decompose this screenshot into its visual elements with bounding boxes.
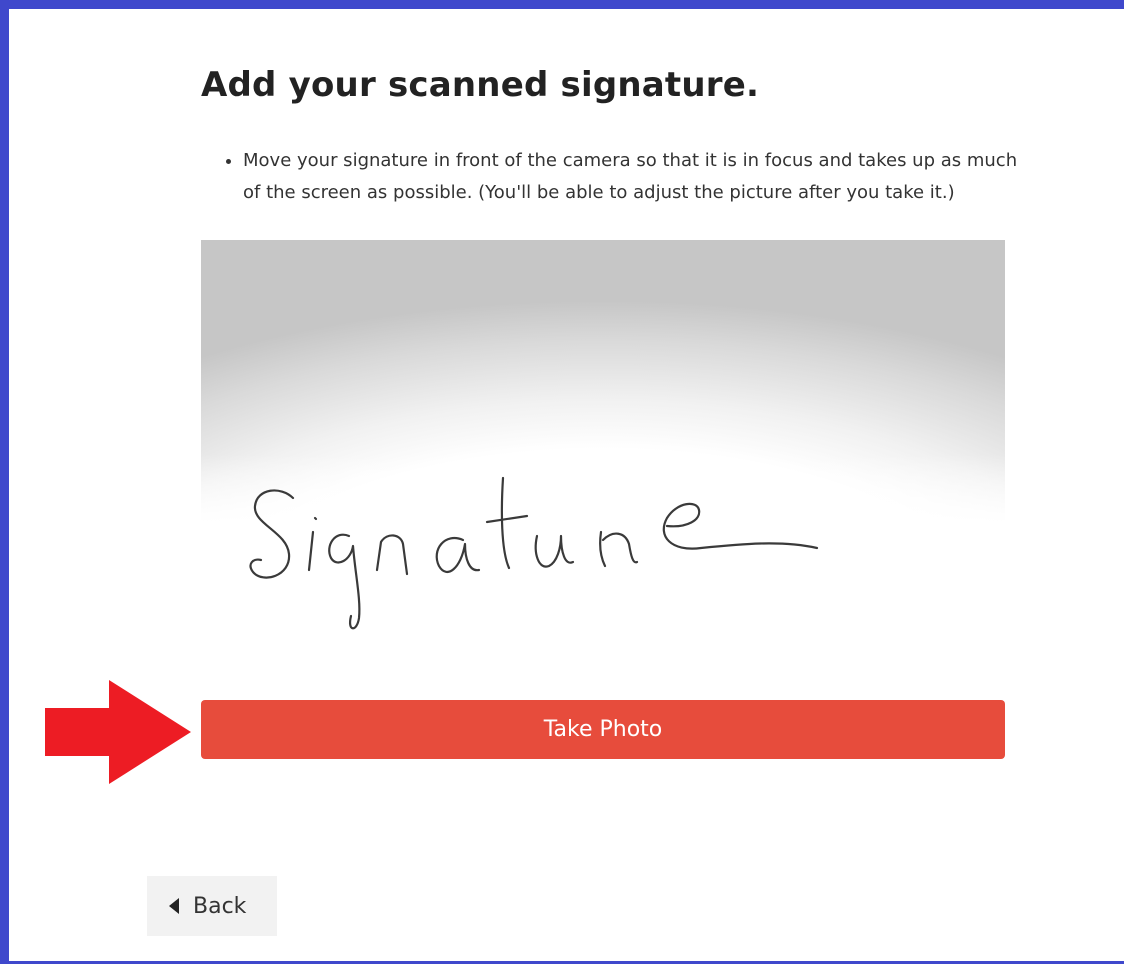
arrow-right-icon (45, 680, 191, 784)
back-button[interactable]: Back (147, 876, 277, 936)
triangle-left-icon (169, 898, 179, 914)
instruction-list: Move your signature in front of the came… (221, 145, 1033, 209)
window-frame: Add your scanned signature. Move your si… (0, 0, 1124, 964)
back-button-label: Back (193, 893, 247, 919)
take-photo-button[interactable]: Take Photo (201, 700, 1005, 759)
signature-image (249, 476, 819, 630)
page-title: Add your scanned signature. (201, 65, 760, 105)
instruction-item: Move your signature in front of the came… (243, 145, 1033, 209)
camera-preview (201, 240, 1005, 684)
